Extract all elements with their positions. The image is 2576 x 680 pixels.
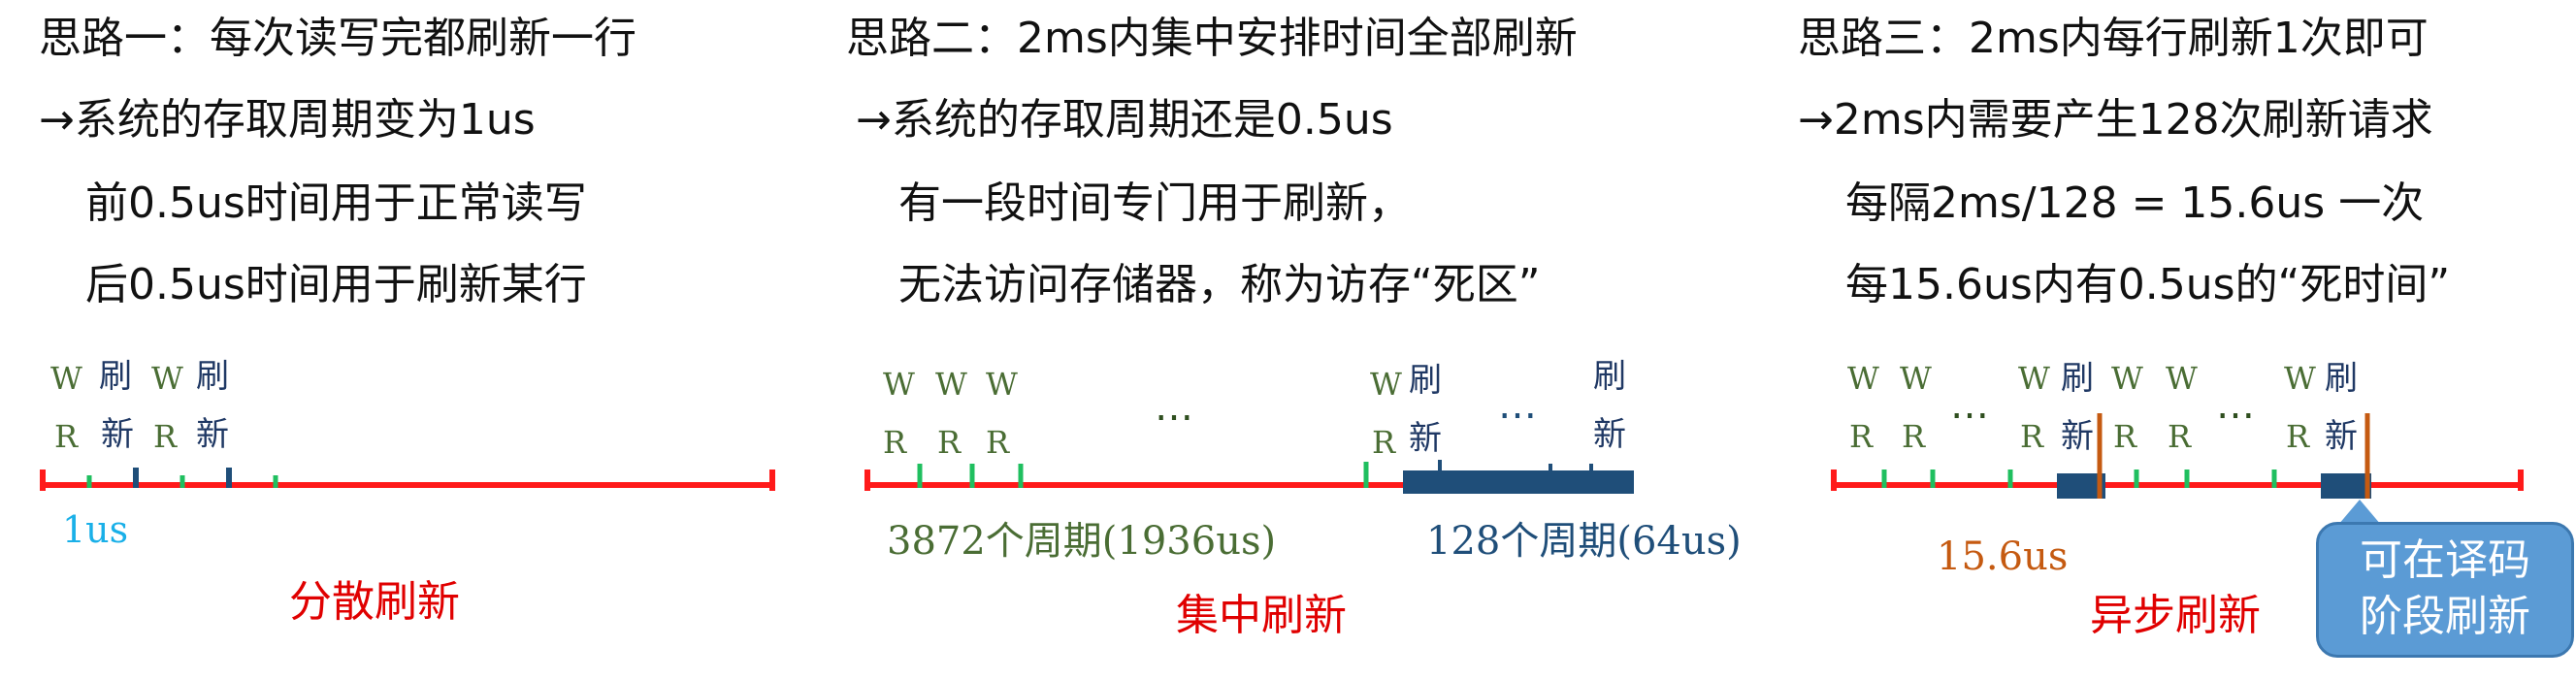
r-label: R [54,418,79,455]
callout-line2: 阶段刷新 [2360,592,2530,641]
refresh-label-bottom: 新 [101,415,134,454]
w-label: W [151,360,183,397]
refresh-label-bottom: 新 [1409,419,1442,458]
refresh-label-bottom: 新 [1593,415,1626,454]
ellipsis: … [1950,383,1989,428]
callout-decode-phase-refresh: 可在译码 阶段刷新 [2316,522,2574,658]
w-label: W [2166,360,2198,397]
w-label: W [1900,360,1932,397]
r-label: R [2020,418,2044,455]
normal-period-label: 3872个周期(1936us) [887,519,1277,564]
r-label: R [2168,418,2192,455]
w-label: W [1370,366,1402,403]
refresh-label-top: 刷 [1593,357,1626,396]
refresh-label-top: 刷 [99,357,132,396]
ellipsis: … [1155,385,1193,430]
r-label: R [937,424,962,461]
r-label: R [1902,418,1926,455]
caption-distributed-refresh: 分散刷新 [289,577,460,627]
refresh-period-label: 128个周期(64us) [1426,519,1742,564]
r-label: R [2286,418,2310,455]
r-label: R [986,424,1010,461]
w-label: W [986,366,1018,403]
r-label: R [153,418,178,455]
w-label: W [935,366,967,403]
callout-line1: 可在译码 [2360,535,2530,585]
refresh-label-bottom: 新 [2061,417,2094,456]
w-label: W [2018,360,2050,397]
w-label: W [2284,360,2316,397]
r-label: R [883,424,907,461]
refresh-label-top: 刷 [196,357,229,396]
caption-centralized-refresh: 集中刷新 [1176,591,1347,640]
unit-label-1us: 1us [62,508,129,551]
interval-label-15-6us: 15.6us [1937,534,2069,579]
w-label: W [1847,360,1879,397]
ellipsis: … [2216,383,2255,428]
timeline-distributed [40,468,775,491]
w-label: W [50,360,82,397]
ellipsis: … [1498,383,1537,428]
r-label: R [2113,418,2137,455]
w-label: W [883,366,915,403]
refresh-label-top: 刷 [2061,359,2094,398]
refresh-label-top: 刷 [2325,359,2358,398]
caption-asynchronous-refresh: 异步刷新 [2090,591,2261,640]
w-label: W [2111,360,2143,397]
refresh-label-bottom: 新 [196,415,229,454]
refresh-label-top: 刷 [1409,361,1442,400]
r-label: R [1849,418,1874,455]
refresh-label-bottom: 新 [2325,417,2358,456]
r-label: R [1372,424,1396,461]
timeline-centralized [864,460,1634,494]
